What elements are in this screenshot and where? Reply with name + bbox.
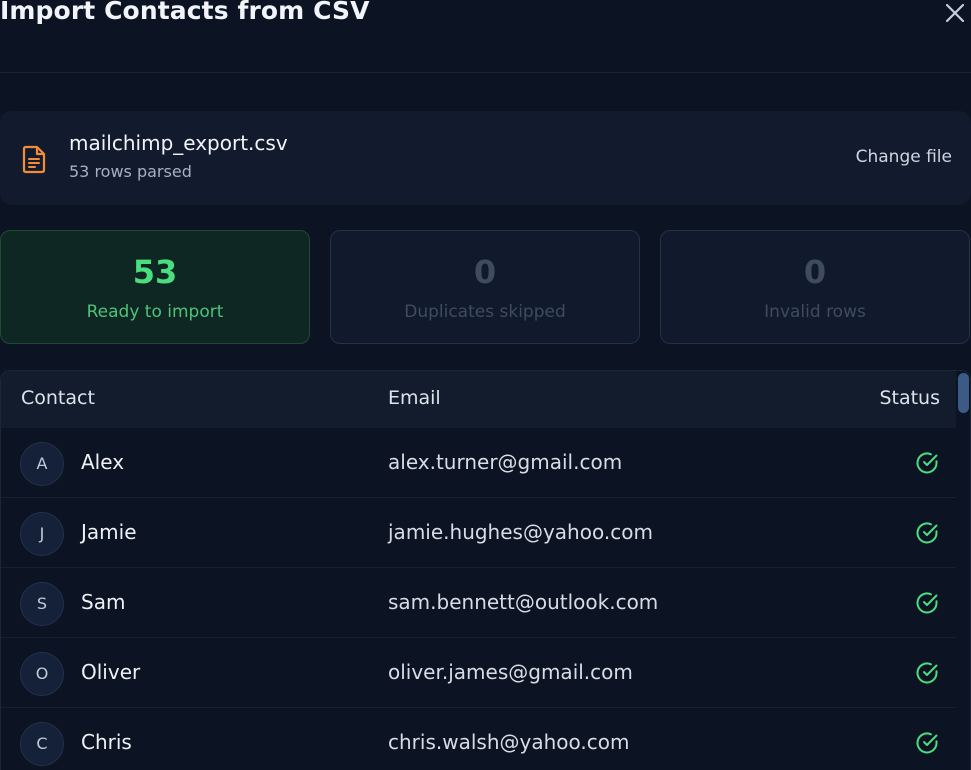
close-icon[interactable] bbox=[943, 0, 967, 26]
table-row: S Sam sam.bennett@outlook.com bbox=[1, 568, 958, 638]
check-circle-icon bbox=[914, 520, 940, 546]
contact-email: alex.turner@gmail.com bbox=[388, 450, 623, 474]
stat-ready-count: 53 bbox=[132, 253, 178, 291]
modal-title: Import Contacts from CSV bbox=[0, 0, 370, 25]
contact-name: Chris bbox=[81, 730, 132, 754]
change-file-button[interactable]: Change file bbox=[856, 147, 952, 167]
stat-duplicates-count: 0 bbox=[473, 253, 497, 291]
scrollbar-thumb[interactable] bbox=[958, 373, 969, 413]
table-row: O Oliver oliver.james@gmail.com bbox=[1, 638, 958, 708]
contact-name: Oliver bbox=[81, 660, 141, 684]
avatar: O bbox=[20, 652, 64, 696]
contact-name: Jamie bbox=[81, 520, 137, 544]
table-header: Contact Email Status bbox=[1, 371, 958, 428]
check-circle-icon bbox=[914, 450, 940, 476]
import-contacts-modal: Import Contacts from CSV mailchimp_expor… bbox=[0, 0, 971, 770]
stat-duplicates-label: Duplicates skipped bbox=[404, 302, 566, 322]
table-scrollbar[interactable] bbox=[956, 371, 970, 770]
table-row: J Jamie jamie.hughes@yahoo.com bbox=[1, 498, 958, 568]
check-circle-icon bbox=[914, 660, 940, 686]
column-header-contact: Contact bbox=[21, 387, 95, 409]
contact-email: chris.walsh@yahoo.com bbox=[388, 730, 630, 754]
file-rows-parsed: 53 rows parsed bbox=[69, 162, 192, 181]
stat-ready-to-import: 53 Ready to import bbox=[0, 230, 310, 344]
stat-duplicates-skipped: 0 Duplicates skipped bbox=[330, 230, 640, 344]
file-name: mailchimp_export.csv bbox=[69, 131, 288, 155]
avatar: C bbox=[20, 722, 64, 766]
stat-invalid-rows: 0 Invalid rows bbox=[660, 230, 970, 344]
stat-ready-label: Ready to import bbox=[86, 302, 224, 322]
check-circle-icon bbox=[914, 730, 940, 756]
contact-name: Sam bbox=[81, 590, 126, 614]
column-header-status: Status bbox=[879, 387, 940, 409]
contact-name: Alex bbox=[81, 450, 125, 474]
contact-email: sam.bennett@outlook.com bbox=[388, 590, 659, 614]
avatar: A bbox=[20, 442, 64, 486]
table-row: A Alex alex.turner@gmail.com bbox=[1, 428, 958, 498]
modal-header: Import Contacts from CSV bbox=[0, 0, 971, 73]
contact-email: jamie.hughes@yahoo.com bbox=[388, 520, 653, 544]
stat-invalid-count: 0 bbox=[803, 253, 827, 291]
selected-file-card: mailchimp_export.csv 53 rows parsed Chan… bbox=[0, 111, 971, 205]
avatar: S bbox=[20, 582, 64, 626]
contact-email: oliver.james@gmail.com bbox=[388, 660, 633, 684]
check-circle-icon bbox=[914, 590, 940, 616]
stat-invalid-label: Invalid rows bbox=[764, 302, 866, 322]
avatar: J bbox=[20, 512, 64, 556]
file-text-icon bbox=[22, 144, 48, 174]
table-row: C Chris chris.walsh@yahoo.com bbox=[1, 708, 958, 770]
column-header-email: Email bbox=[388, 387, 441, 409]
contacts-preview-table: Contact Email Status A Alex alex.turner@… bbox=[0, 370, 971, 770]
